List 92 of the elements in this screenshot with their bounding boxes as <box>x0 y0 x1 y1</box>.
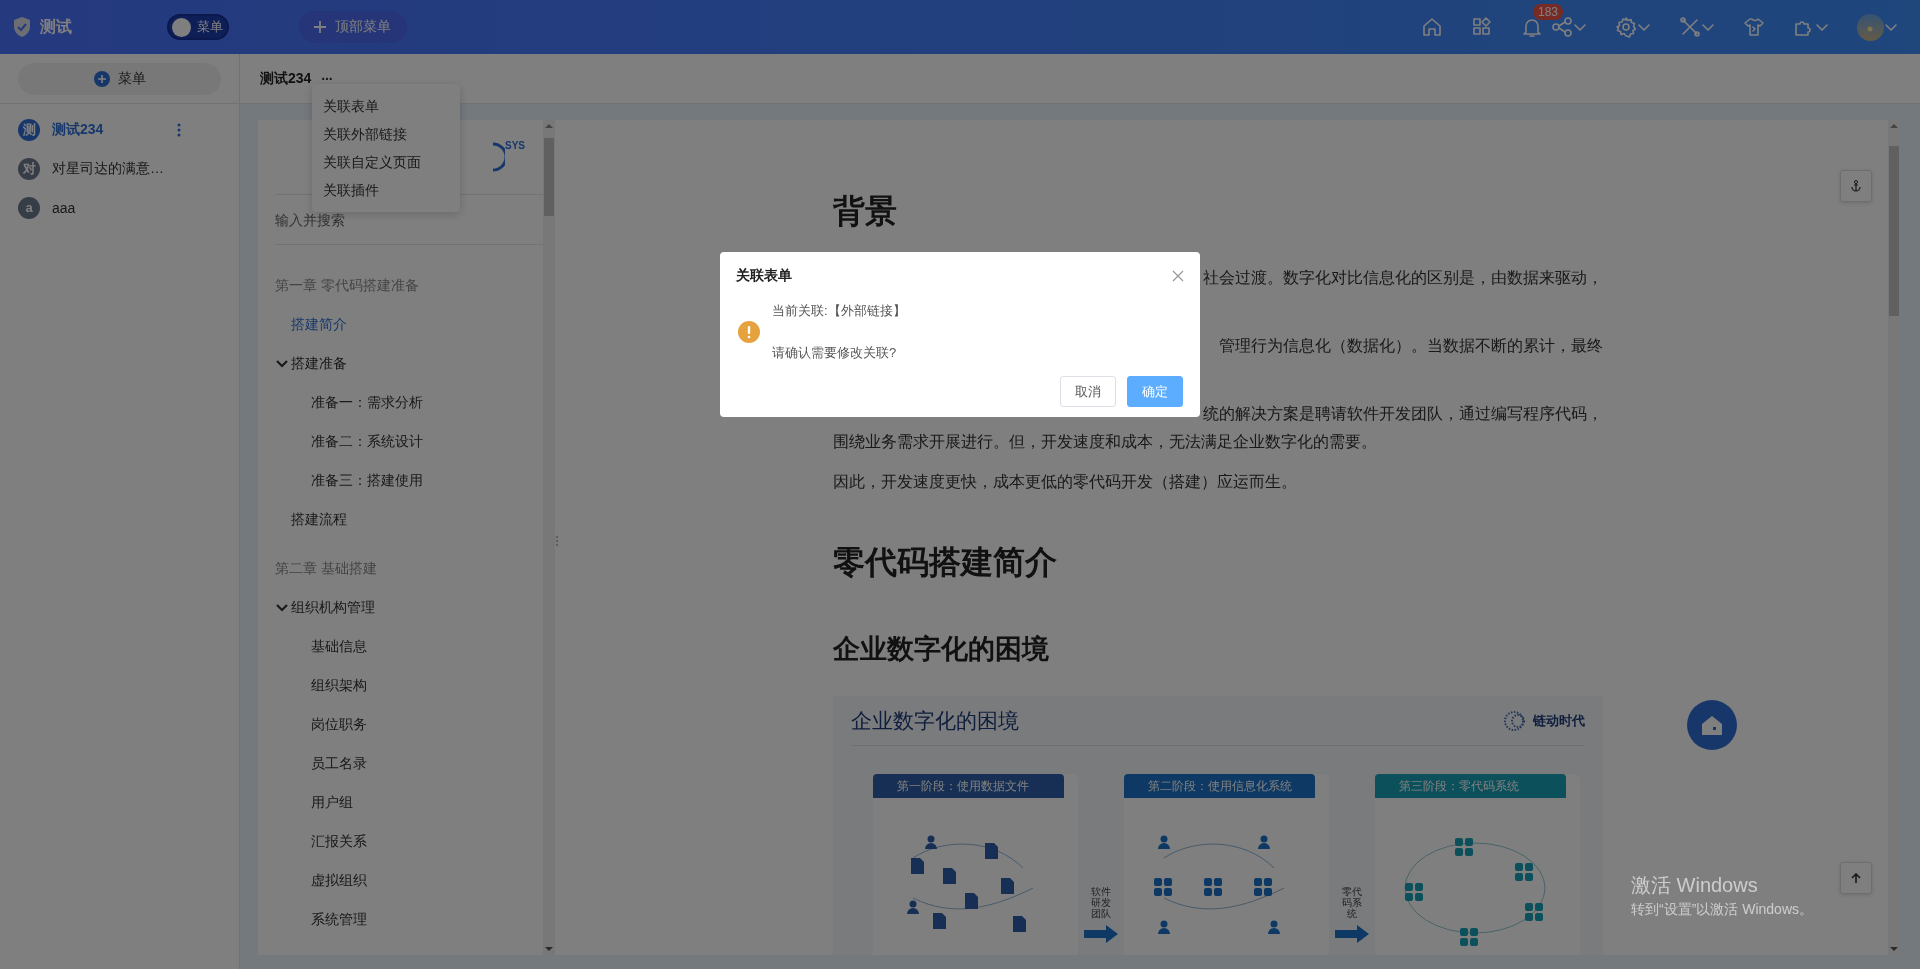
toc-item-label: 组织机构管理 <box>291 598 375 617</box>
chevron-icon[interactable] <box>276 357 288 370</box>
cancel-button[interactable]: 取消 <box>1060 376 1116 407</box>
toc-item-label: 搭建准备 <box>291 354 347 373</box>
stage-title: 第三阶段：零代码系统 <box>1375 774 1566 798</box>
anchor-icon <box>1850 180 1862 192</box>
app-title: 测试 <box>40 16 72 37</box>
toc-item[interactable]: 岗位职务 <box>275 705 543 744</box>
paragraph-text: 社会过渡。数字化对比信息化的区别是，由数据来驱动， <box>1203 268 1603 288</box>
bell-icon[interactable] <box>1521 16 1543 38</box>
scrollbar[interactable] <box>1888 120 1900 955</box>
paragraph-text: 统的解决方案是聘请软件开发团队，通过编写程序代码， <box>1203 404 1603 424</box>
notification-badge: 183 <box>1533 4 1564 20</box>
slide-title: 企业数字化的困境 <box>851 707 1019 734</box>
activation-title: 激活 Windows <box>1631 873 1759 898</box>
toc-item[interactable]: 准备一：需求分析 <box>275 383 543 422</box>
scroll-top-button[interactable] <box>1840 862 1872 894</box>
menu-switch[interactable]: 菜单 <box>167 14 229 40</box>
activation-subtitle: 转到“设置”以激活 Windows。 <box>1631 901 1813 919</box>
scroll-up-icon[interactable] <box>545 122 553 130</box>
toc-item[interactable]: 虚拟组织 <box>275 861 543 900</box>
arrow-up-icon <box>1851 873 1861 883</box>
close-icon[interactable] <box>1172 270 1184 282</box>
dialog-title: 关联表单 <box>736 267 792 285</box>
scroll-down-icon[interactable] <box>545 945 553 953</box>
tools-icon[interactable] <box>1679 16 1701 38</box>
stage-title: 第一阶段：使用数据文件 <box>873 774 1064 798</box>
more-button[interactable]: ··· <box>321 70 333 87</box>
connector-label: 零代码系统 <box>1341 886 1363 919</box>
subsection-heading: 企业数字化的困境 <box>833 633 1050 666</box>
logo-ring-icon <box>491 142 505 172</box>
toc-item[interactable]: 汇报关系 <box>275 822 543 861</box>
search-field[interactable]: 输入并搜索 <box>275 211 543 228</box>
confirm-button[interactable]: 确定 <box>1127 376 1183 407</box>
section-heading: 零代码搭建简介 <box>833 543 1058 582</box>
arrow-icon <box>1335 925 1369 943</box>
menu-item[interactable]: 关联表单 <box>312 92 460 120</box>
toc-item[interactable]: 搭建准备 <box>275 344 543 383</box>
scroll-thumb[interactable] <box>1889 146 1899 316</box>
toc-item[interactable]: 准备二：系统设计 <box>275 422 543 461</box>
share-icon[interactable] <box>1551 16 1573 38</box>
scrollbar[interactable] <box>543 120 555 955</box>
home-button[interactable] <box>1687 700 1737 750</box>
paragraph-text: 围绕业务需求开展进行。但，开发速度和成本，无法满足企业数字化的需要。 <box>833 433 1377 450</box>
home-icon[interactable] <box>1421 16 1443 38</box>
avatar-badge: 对 <box>18 157 40 180</box>
dialog-message: 请确认需要修改关联? <box>772 344 898 362</box>
house-icon <box>1700 714 1724 736</box>
avatar-badge: a <box>18 196 40 219</box>
paragraph-text: 管理行为信息化（数据化）。当数据不断的累计，最终 <box>1219 336 1603 356</box>
stage-title: 第二阶段：使用信息化系统 <box>1124 774 1315 798</box>
dialog-message: 当前关联:【外部链接】 <box>772 302 906 320</box>
arrow-icon <box>1084 925 1118 943</box>
top-menu-button[interactable]: 顶部菜单 <box>299 11 407 43</box>
chevron-icon[interactable] <box>276 601 288 614</box>
sidebar-item[interactable]: aaa <box>52 199 76 216</box>
sidebar-item[interactable]: 对星司达的满意… <box>52 159 164 178</box>
toc-item[interactable]: 搭建流程 <box>275 500 543 539</box>
logo-text: SYS <box>505 140 525 151</box>
anchor-button[interactable] <box>1840 170 1872 202</box>
chapter-heading: 第一章 零代码搭建准备 <box>275 276 420 295</box>
warning-icon <box>738 321 760 343</box>
plus-icon <box>313 20 327 34</box>
section-heading: 背景 <box>833 192 898 231</box>
settings-icon[interactable] <box>1615 16 1637 38</box>
sidebar-item[interactable]: 测试234 <box>52 120 104 139</box>
toc-item[interactable]: 组织架构 <box>275 666 543 705</box>
shield-icon <box>12 16 32 38</box>
add-menu-button[interactable]: 菜单 <box>18 62 221 95</box>
menu-item[interactable]: 关联插件 <box>312 176 460 204</box>
avatar-badge: 测 <box>18 118 40 141</box>
scroll-down-icon[interactable] <box>1890 945 1898 953</box>
connector-label: 软件研发团队 <box>1090 886 1112 919</box>
page-title: 测试234 <box>260 69 312 88</box>
more-vertical-icon[interactable] <box>177 122 181 137</box>
menu-item[interactable]: 关联自定义页面 <box>312 148 460 176</box>
toc-item[interactable]: 基础信息 <box>275 627 543 666</box>
logo-text: 链动时代 <box>1533 711 1585 730</box>
plus-circle-icon <box>93 70 110 87</box>
toc-item[interactable]: 准备三：搭建使用 <box>275 461 543 500</box>
menu-item[interactable]: 关联外部链接 <box>312 120 460 148</box>
apps-icon[interactable] <box>1471 16 1493 38</box>
toc-item[interactable]: 员工名录 <box>275 744 543 783</box>
toc-item[interactable]: 用户组 <box>275 783 543 822</box>
scroll-up-icon[interactable] <box>1890 122 1898 130</box>
paragraph-text: 因此，开发速度更快，成本更低的零代码开发（搭建）应运而生。 <box>833 473 1297 490</box>
toc-item[interactable]: 搭建简介 <box>275 305 543 344</box>
shirt-icon[interactable] <box>1743 16 1765 38</box>
toc-item[interactable]: 组织机构管理 <box>275 588 543 627</box>
toc-item[interactable]: 系统管理 <box>275 900 543 939</box>
avatar-icon[interactable] <box>1857 13 1884 41</box>
scroll-thumb[interactable] <box>544 138 554 216</box>
